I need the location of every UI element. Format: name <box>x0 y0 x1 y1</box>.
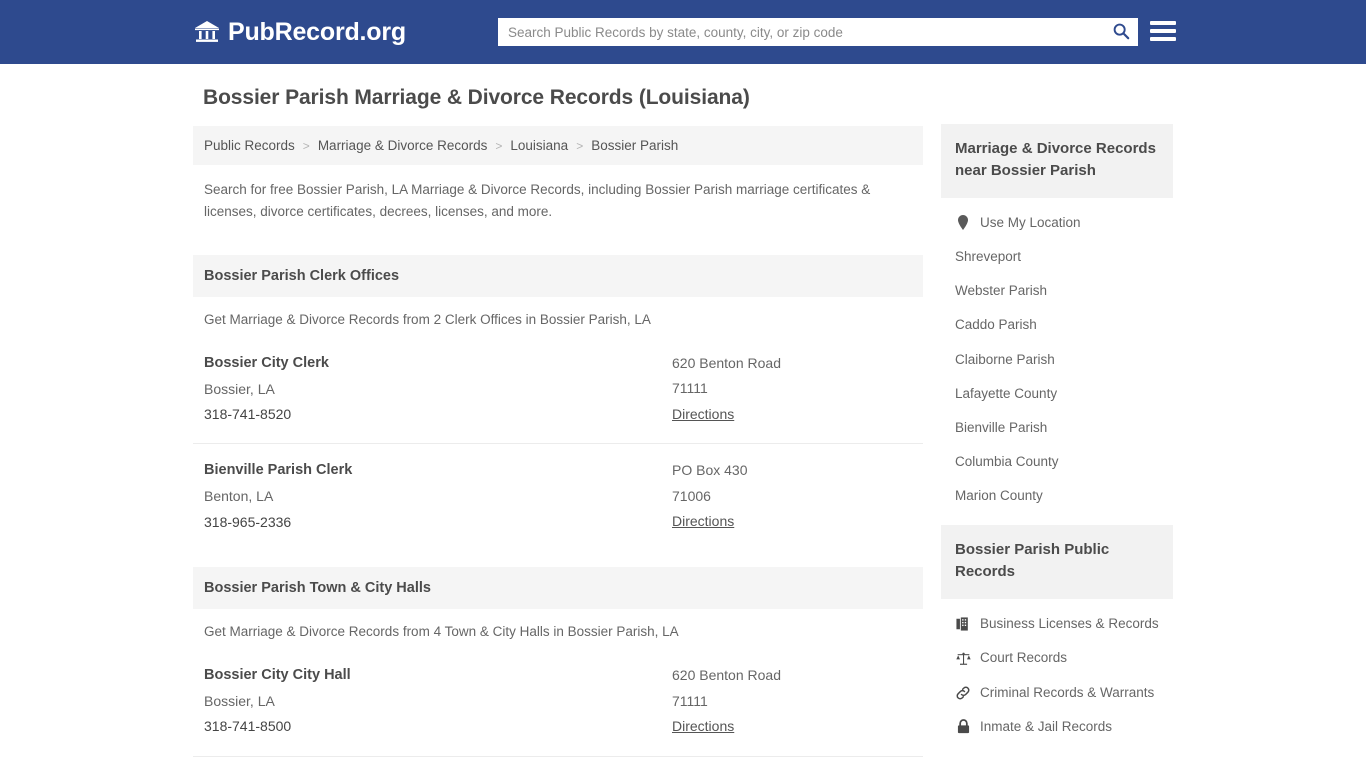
main-column: Bossier Parish Marriage & Divorce Record… <box>193 86 923 768</box>
search-input[interactable] <box>498 19 1104 45</box>
entry-name: Bossier City Clerk <box>204 354 329 371</box>
entry-city-state: Benton, LA <box>204 488 274 505</box>
entry-primary: Bienville Parish Clerk Benton, LA 318-96… <box>204 458 672 535</box>
breadcrumb-separator: > <box>302 138 310 153</box>
hamburger-menu-icon[interactable] <box>1150 18 1176 44</box>
page-body: Bossier Parish Marriage & Divorce Record… <box>0 64 1366 768</box>
breadcrumb-item-1[interactable]: Marriage & Divorce Records <box>318 138 488 153</box>
directions-link[interactable]: Directions <box>672 509 734 534</box>
table-row[interactable]: Benton Town Hall Benton, LA 318-965-2781… <box>193 755 923 768</box>
entry-address: 620 Benton Road <box>672 354 781 371</box>
sidebar-item-lafayette-county[interactable]: Lafayette County <box>941 377 1173 411</box>
scales-icon <box>955 651 971 667</box>
sidebar-item-label: Shreveport <box>955 248 1022 264</box>
breadcrumb-separator: > <box>495 138 503 153</box>
breadcrumb-item-2[interactable]: Louisiana <box>510 138 568 153</box>
link-icon <box>955 685 971 701</box>
entry-phone: 318-965-2336 <box>204 513 292 530</box>
site-logo-text: PubRecord.org <box>228 17 406 46</box>
search-icon <box>1112 22 1130 43</box>
sidebar-item-label: Use My Location <box>980 214 1081 230</box>
section-title: Bossier Parish Clerk Offices <box>193 254 923 297</box>
page-title: Bossier Parish Marriage & Divorce Record… <box>203 86 750 109</box>
map-pin-icon <box>955 215 971 231</box>
entry-name: Bossier City City Hall <box>204 667 351 684</box>
sidebar-item-label: Claiborne Parish <box>955 351 1055 367</box>
entry-city-state: Bossier, LA <box>204 692 275 709</box>
intro-card: Public Records > Marriage & Divorce Reco… <box>193 126 923 239</box>
sidebar-item-label: Inmate & Jail Records <box>980 718 1113 734</box>
entry-address: 620 Benton Road <box>672 667 781 684</box>
sidebar-item-label: Webster Parish <box>955 283 1048 299</box>
entry-zip: 71111 <box>672 380 708 397</box>
sidebar-item-business-licenses[interactable]: Business Licenses & Records <box>941 607 1173 641</box>
sidebar-list-nearby: Use My Location Shreveport Webster Paris… <box>941 198 1173 516</box>
table-row[interactable]: Bienville Parish Clerk Benton, LA 318-96… <box>193 443 923 551</box>
sidebar-panel-title: Marriage & Divorce Records near Bossier … <box>941 124 1173 198</box>
entry-city-state: Bossier, LA <box>204 380 275 397</box>
entry-secondary: PO Box 430 71006 Directions <box>672 458 912 535</box>
entry-secondary: 620 Benton Road 71111 Directions <box>672 351 912 428</box>
directions-link[interactable]: Directions <box>672 714 734 739</box>
lock-icon <box>955 719 971 735</box>
sidebar-panel-public-records: Bossier Parish Public Records Business L… <box>941 525 1173 746</box>
entry-primary: Bossier City Clerk Bossier, LA 318-741-8… <box>204 351 672 428</box>
sidebar: Marriage & Divorce Records near Bossier … <box>941 86 1173 756</box>
section-title: Bossier Parish Town & City Halls <box>193 567 923 610</box>
sidebar-item-label: Lafayette County <box>955 385 1058 401</box>
sidebar-item-criminal-records[interactable]: Criminal Records & Warrants <box>941 676 1173 710</box>
sidebar-item-use-my-location[interactable]: Use My Location <box>941 206 1173 240</box>
sidebar-item-court-records[interactable]: Court Records <box>941 641 1173 675</box>
sidebar-panel-title: Bossier Parish Public Records <box>941 525 1173 600</box>
sidebar-panel-nearby: Marriage & Divorce Records near Bossier … <box>941 124 1173 515</box>
sidebar-item-claiborne-parish[interactable]: Claiborne Parish <box>941 343 1173 377</box>
entry-name: Bienville Parish Clerk <box>204 462 353 479</box>
entry-address: PO Box 430 <box>672 462 748 479</box>
sidebar-item-label: Columbia County <box>955 454 1059 470</box>
section-subtitle: Get Marriage & Divorce Records from 2 Cl… <box>204 311 651 327</box>
directions-link[interactable]: Directions <box>672 402 734 427</box>
section-clerk-offices: Bossier Parish Clerk Offices Get Marriag… <box>193 254 923 552</box>
building-icon <box>955 616 971 632</box>
page-description: Search for free Bossier Parish, LA Marri… <box>204 182 871 219</box>
site-logo[interactable]: PubRecord.org <box>194 18 406 47</box>
sidebar-item-shreveport[interactable]: Shreveport <box>941 240 1173 274</box>
entry-phone: 318-741-8500 <box>204 718 292 735</box>
section-town-city-halls: Bossier Parish Town & City Halls Get Mar… <box>193 567 923 768</box>
entry-secondary: 620 Benton Road 71111 Directions <box>672 663 912 740</box>
sidebar-item-label: Caddo Parish <box>955 317 1037 333</box>
content-container: Bossier Parish Marriage & Divorce Record… <box>193 64 1173 768</box>
sidebar-item-caddo-parish[interactable]: Caddo Parish <box>941 308 1173 342</box>
sidebar-item-marion-county[interactable]: Marion County <box>941 479 1173 513</box>
search-bar <box>498 18 1138 46</box>
sidebar-item-label: Criminal Records & Warrants <box>980 684 1155 700</box>
search-button[interactable] <box>1104 18 1138 46</box>
section-subtitle: Get Marriage & Divorce Records from 4 To… <box>204 624 679 640</box>
table-row[interactable]: Bossier City City Hall Bossier, LA 318-7… <box>193 649 923 756</box>
table-row[interactable]: Bossier City Clerk Bossier, LA 318-741-8… <box>193 337 923 444</box>
site-header: PubRecord.org <box>0 0 1366 64</box>
entry-zip: 71111 <box>672 692 708 709</box>
sidebar-item-bienville-parish[interactable]: Bienville Parish <box>941 411 1173 445</box>
entry-phone: 318-741-8520 <box>204 405 292 422</box>
sidebar-item-label: Court Records <box>980 650 1068 666</box>
sidebar-item-label: Marion County <box>955 488 1043 504</box>
sidebar-list-public-records: Business Licenses & Records Court Record… <box>941 599 1173 746</box>
breadcrumb-separator: > <box>576 138 584 153</box>
breadcrumb-item-0[interactable]: Public Records <box>204 138 295 153</box>
sidebar-item-webster-parish[interactable]: Webster Parish <box>941 274 1173 308</box>
entry-zip: 71006 <box>672 487 711 504</box>
bank-icon <box>194 20 220 44</box>
sidebar-item-columbia-county[interactable]: Columbia County <box>941 445 1173 479</box>
breadcrumb: Public Records > Marriage & Divorce Reco… <box>193 126 923 165</box>
sidebar-item-label: Bienville Parish <box>955 419 1048 435</box>
breadcrumb-item-3[interactable]: Bossier Parish <box>591 138 678 153</box>
sidebar-item-label: Business Licenses & Records <box>980 616 1159 632</box>
sidebar-item-inmate-jail-records[interactable]: Inmate & Jail Records <box>941 710 1173 744</box>
entry-primary: Bossier City City Hall Bossier, LA 318-7… <box>204 663 672 740</box>
